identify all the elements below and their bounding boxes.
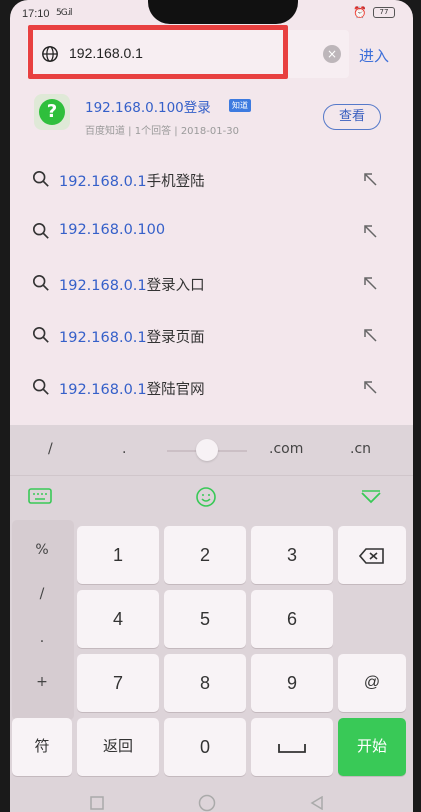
top-suggestion-card[interactable]: ? 192.168.0.100登录 知道 百度知道 | 1个回答 | 2018-… — [10, 90, 413, 148]
search-icon — [32, 378, 49, 395]
navigation-bar — [10, 782, 413, 812]
battery-icon: 77 — [373, 7, 395, 18]
card-title: 192.168.0.100登录 — [85, 100, 211, 116]
keyboard-toolbar — [10, 475, 413, 517]
backspace-key[interactable] — [338, 526, 406, 584]
key-5[interactable]: 5 — [164, 590, 246, 648]
keyboard-icon[interactable] — [28, 488, 52, 504]
key-back[interactable]: 返回 — [77, 718, 159, 776]
shortcut-bar: / . .com .cn — [10, 425, 413, 475]
numeric-keypad: % / . + 1 2 3 4 5 6 7 8 9 @ 符 返回 0 开始 — [10, 520, 413, 780]
space-key[interactable] — [251, 718, 333, 776]
key-8[interactable]: 8 — [164, 654, 246, 712]
go-button[interactable]: 开始 — [338, 718, 406, 776]
back-icon[interactable] — [310, 796, 324, 810]
suggestion-row[interactable]: 192.168.0.1登陆官网 — [10, 362, 413, 414]
globe-icon — [42, 46, 58, 62]
key-at[interactable]: @ — [338, 654, 406, 712]
enter-button[interactable]: 进入 — [359, 45, 389, 66]
fill-arrow-icon[interactable] — [362, 379, 378, 395]
key-2[interactable]: 2 — [164, 526, 246, 584]
key-symbols[interactable]: 符 — [12, 718, 72, 776]
status-time: 17:10 — [22, 8, 50, 20]
search-icon — [32, 326, 49, 343]
status-right-icons: ⏰ 77 — [353, 6, 395, 19]
keyboard: / . .com .cn % / . + 1 2 3 4 5 6 7 8 9 @… — [10, 425, 413, 812]
search-icon — [32, 170, 49, 187]
suggestion-row[interactable]: 192.168.0.100 — [10, 206, 413, 258]
key-9[interactable]: 9 — [251, 654, 333, 712]
suggestion-text: 192.168.0.1手机登陆 — [59, 174, 205, 190]
cursor-slider-knob[interactable] — [196, 439, 218, 461]
collapse-keyboard-icon[interactable] — [360, 490, 382, 504]
alarm-icon: ⏰ — [353, 6, 367, 19]
fill-arrow-icon[interactable] — [362, 223, 378, 239]
suggestion-text: 192.168.0.100 — [59, 222, 166, 238]
shortcut-cn[interactable]: .cn — [350, 441, 371, 457]
suggestion-text: 192.168.0.1登录页面 — [59, 330, 205, 346]
home-icon[interactable] — [198, 794, 216, 812]
recent-apps-icon[interactable] — [90, 796, 104, 810]
status-bar: 17:10 5G.il ⏰ 77 — [10, 0, 413, 28]
space-icon — [278, 744, 306, 754]
address-bar[interactable]: 192.168.0.1 × — [27, 30, 349, 78]
key-plus[interactable]: + — [12, 652, 72, 712]
key-0[interactable]: 0 — [164, 718, 246, 776]
camera-notch — [148, 0, 298, 24]
suggestion-text: 192.168.0.1登陆官网 — [59, 382, 205, 398]
key-4[interactable]: 4 — [77, 590, 159, 648]
key-1[interactable]: 1 — [77, 526, 159, 584]
clear-icon[interactable]: × — [323, 45, 341, 63]
view-button[interactable]: 查看 — [323, 104, 381, 130]
suggestion-text: 192.168.0.1登录入口 — [59, 278, 205, 294]
suggestion-row[interactable]: 192.168.0.1手机登陆 — [10, 154, 413, 206]
suggestion-row[interactable]: 192.168.0.1登录页面 — [10, 310, 413, 362]
shortcut-slash[interactable]: / — [48, 441, 53, 457]
key-3[interactable]: 3 — [251, 526, 333, 584]
zhidao-badge: 知道 — [229, 99, 251, 112]
key-7[interactable]: 7 — [77, 654, 159, 712]
card-meta: 百度知道 | 1个回答 | 2018-01-30 — [85, 126, 239, 137]
suggestion-row[interactable]: 192.168.0.1登录入口 — [10, 258, 413, 310]
fill-arrow-icon[interactable] — [362, 327, 378, 343]
shortcut-dot[interactable]: . — [122, 441, 126, 457]
fill-arrow-icon[interactable] — [362, 275, 378, 291]
url-input[interactable]: 192.168.0.1 — [69, 45, 143, 61]
search-icon — [32, 222, 49, 239]
shortcut-com[interactable]: .com — [269, 441, 303, 457]
search-icon — [32, 274, 49, 291]
key-6[interactable]: 6 — [251, 590, 333, 648]
question-icon: ? — [34, 94, 70, 130]
fill-arrow-icon[interactable] — [362, 171, 378, 187]
phone-screen: 17:10 5G.il ⏰ 77 192.168.0.1 × 进入 ? 192.… — [10, 0, 413, 812]
signal-icon: 5G.il — [56, 8, 73, 18]
emoji-icon[interactable] — [195, 486, 217, 508]
backspace-icon — [358, 548, 384, 565]
